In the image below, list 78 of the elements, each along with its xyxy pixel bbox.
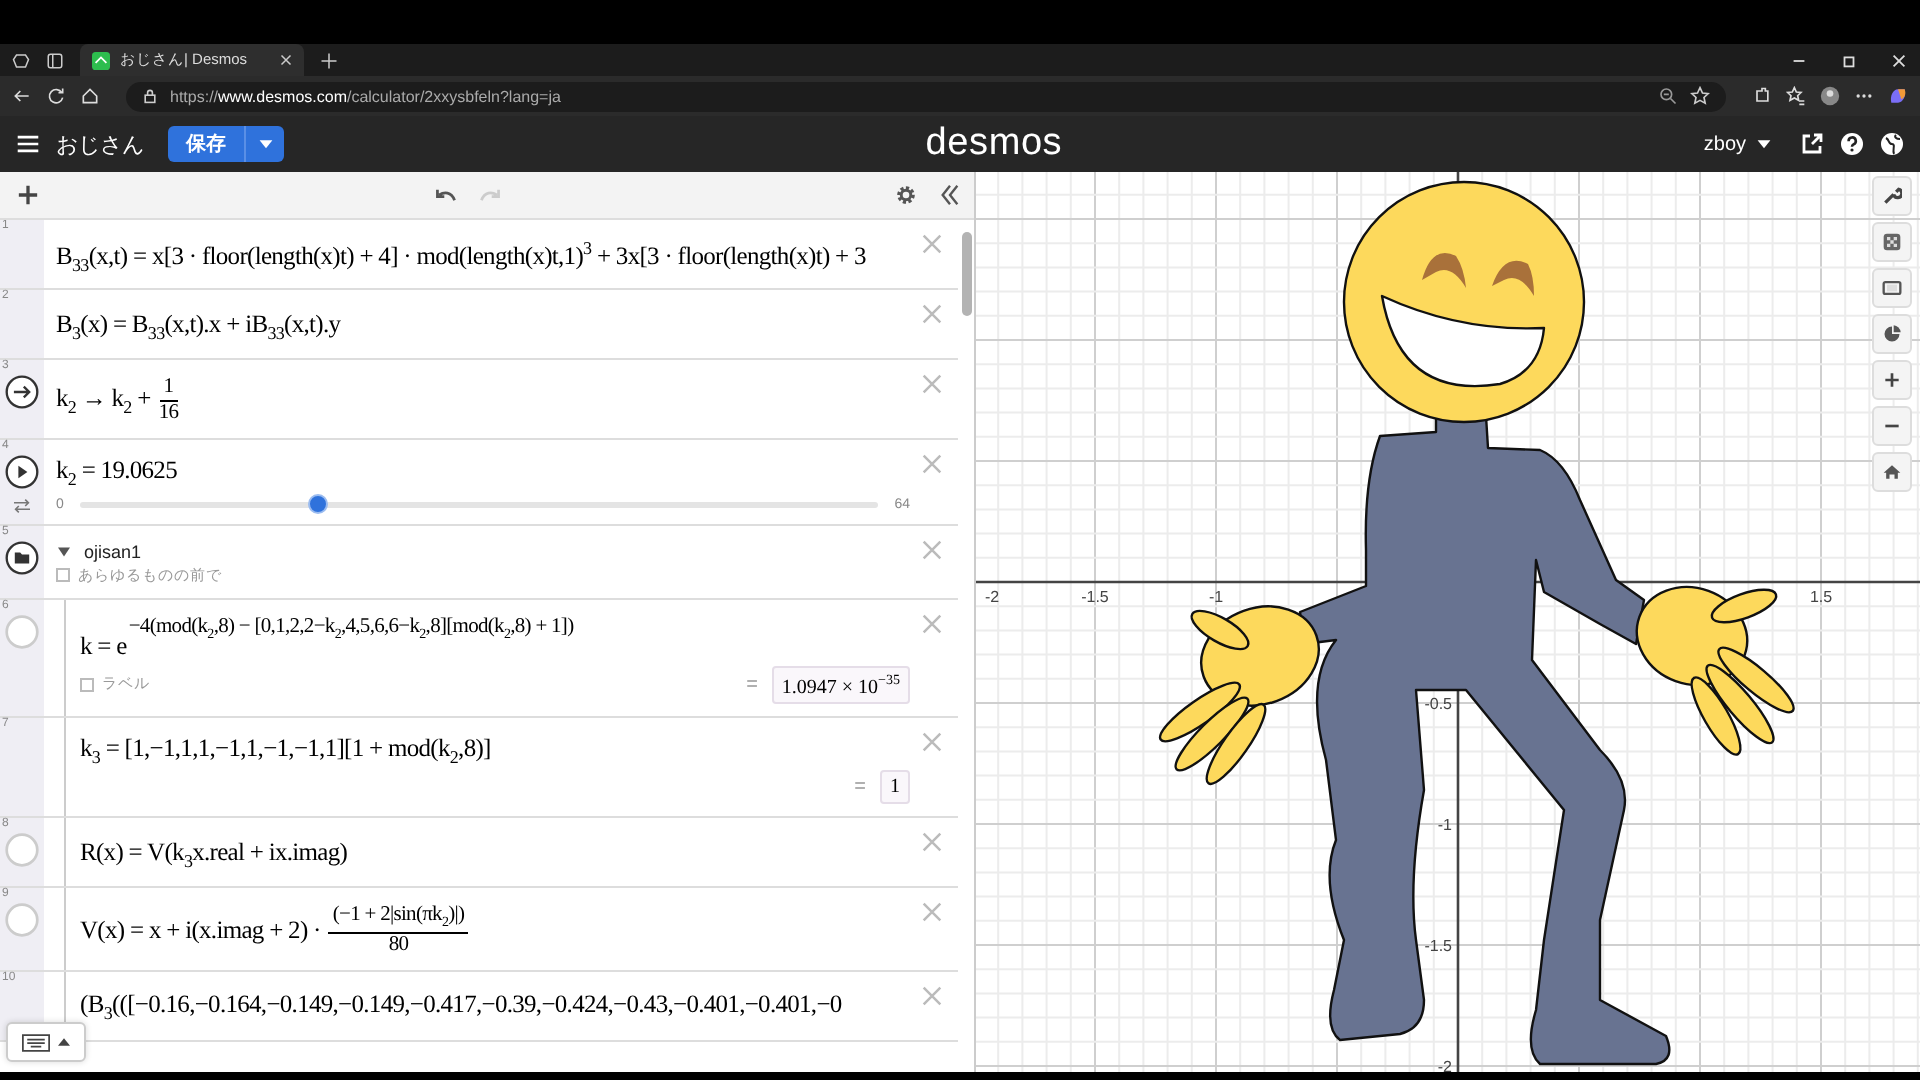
close-icon[interactable] bbox=[280, 54, 292, 66]
math-expression[interactable]: k$_{2}$ → k$_{2}$ + bbox=[56, 384, 151, 418]
pie-icon bbox=[1882, 324, 1902, 344]
home-icon[interactable] bbox=[80, 86, 100, 106]
math-expression[interactable]: k$_{3}$ = [1,−1,1,1,−1,1,−1,−1,1][1 + mod(k$_{2}$,8)] bbox=[80, 733, 491, 767]
favorites-icon[interactable] bbox=[1786, 86, 1806, 106]
zoom-icon[interactable] bbox=[1658, 86, 1678, 106]
extension-icon[interactable] bbox=[1752, 86, 1772, 106]
pie-button[interactable] bbox=[1872, 314, 1912, 354]
restore-icon[interactable] bbox=[1840, 51, 1858, 69]
app-logo: desmos bbox=[925, 122, 1063, 166]
checkbox[interactable] bbox=[56, 568, 70, 583]
home-icon bbox=[1882, 462, 1902, 482]
axis-tick-label: -1.5 bbox=[1081, 588, 1109, 606]
checkbox[interactable] bbox=[80, 677, 94, 692]
menu-icon[interactable] bbox=[16, 132, 40, 156]
lock-icon bbox=[142, 88, 158, 104]
help-icon[interactable] bbox=[1840, 132, 1865, 156]
folder-title[interactable]: ojisan1 bbox=[84, 541, 142, 562]
favicon-icon bbox=[92, 51, 110, 69]
caret-icon[interactable] bbox=[56, 545, 72, 558]
graph-settings-button[interactable] bbox=[1872, 176, 1912, 216]
profile-icon[interactable] bbox=[1820, 86, 1840, 106]
zoom-in-button[interactable] bbox=[1872, 360, 1912, 400]
graph-title[interactable]: おじさん bbox=[56, 129, 144, 159]
axis-tick-label: -1 bbox=[1208, 588, 1224, 606]
caret-icon bbox=[1756, 139, 1773, 149]
tab-list-icon[interactable] bbox=[46, 51, 64, 69]
axis-tick-label: -0.5 bbox=[1424, 695, 1452, 713]
rectangle-icon bbox=[1882, 278, 1902, 298]
address-field[interactable]: https://www.desmos.com/calculator/2xxysbfeln?lang=ja bbox=[126, 81, 1726, 111]
loop-arrows-icon[interactable] bbox=[12, 498, 32, 515]
math-expression[interactable]: B$_{33}$(x,t) = x[3 · floor(length(x)t) + 4] · mod(length(x)t,1)$^{3}$ + 3x[3 · floor(length(x)t) + 3 bbox=[56, 237, 866, 275]
plus-icon[interactable] bbox=[320, 51, 338, 69]
pattern-button[interactable] bbox=[1872, 222, 1912, 262]
math-expression[interactable]: V(x) = x + i(x.imag + 2) · bbox=[80, 916, 321, 947]
fraction: (−1 + 2|sin(πk$_{2}$)|) 80 bbox=[328, 904, 469, 958]
result-value: 1 bbox=[880, 770, 910, 805]
caret-icon bbox=[257, 139, 273, 149]
keyboard-toggle-button[interactable] bbox=[6, 1022, 86, 1062]
equals-sign: = bbox=[746, 673, 758, 696]
settings-icon[interactable] bbox=[894, 184, 918, 206]
axis-tick-label: -1.5 bbox=[1424, 937, 1452, 955]
collapse-icon[interactable] bbox=[938, 184, 962, 206]
star-icon[interactable] bbox=[1690, 86, 1710, 106]
math-expression[interactable]: k = e −4(mod(k$_{2}$,8) − [0,1,2,2−k$_{2}$,4,5,6,6−k$_{2}$,8][mod(k$_{2}$,8) + 1]) bbox=[80, 615, 574, 662]
checkered-square-icon bbox=[1882, 232, 1902, 252]
math-expression[interactable]: (B$_{3}$(([−0.16,−0.164,−0.149,−0.149,−0.417,−0.39,−0.424,−0.43,−0.401,−0.401,−0 bbox=[80, 990, 842, 1024]
math-expression[interactable]: R(x) = V(k$_{3}$x.real + ix.imag) bbox=[80, 838, 348, 872]
math-expression[interactable]: k$_{2}$ = 19.0625 bbox=[56, 456, 177, 490]
globe-icon[interactable] bbox=[1880, 132, 1905, 156]
user-menu[interactable]: zboy bbox=[1703, 133, 1773, 155]
add-icon[interactable] bbox=[16, 184, 40, 206]
wrench-icon bbox=[1882, 186, 1902, 206]
keyboard-icon bbox=[22, 1033, 50, 1051]
home-button[interactable] bbox=[1872, 452, 1912, 492]
close-icon[interactable] bbox=[1890, 51, 1908, 69]
slider-thumb[interactable] bbox=[307, 493, 328, 514]
undo-icon[interactable] bbox=[433, 184, 457, 206]
fraction: 1 16 bbox=[158, 376, 179, 427]
refresh-icon[interactable] bbox=[46, 86, 66, 106]
play-icon[interactable] bbox=[4, 454, 40, 491]
plus-icon bbox=[1882, 370, 1902, 390]
back-arrow-icon[interactable] bbox=[12, 86, 32, 106]
equals-sign: = bbox=[854, 776, 866, 799]
axis-tick-label: -2 bbox=[984, 588, 1000, 606]
axis-tick-label: -1 bbox=[1437, 816, 1452, 834]
folder-icon[interactable] bbox=[4, 539, 40, 576]
caret-icon bbox=[58, 1038, 70, 1046]
save-options-button[interactable] bbox=[244, 126, 284, 162]
math-expression[interactable]: B$_{3}$(x) = B$_{33}$(x,t).x + iB$_{33}$(x,t).y bbox=[56, 309, 341, 343]
share-icon[interactable] bbox=[1800, 132, 1825, 156]
axis-tick-label: -2 bbox=[1437, 1058, 1452, 1072]
frame-button[interactable] bbox=[1872, 268, 1912, 308]
axis-tick-label: 1.5 bbox=[1809, 588, 1833, 606]
arrow-circle-icon[interactable] bbox=[4, 374, 40, 410]
result-value: 1.0947 × 10$^{−35}$ bbox=[771, 665, 910, 704]
save-button[interactable]: 保存 bbox=[168, 126, 244, 162]
